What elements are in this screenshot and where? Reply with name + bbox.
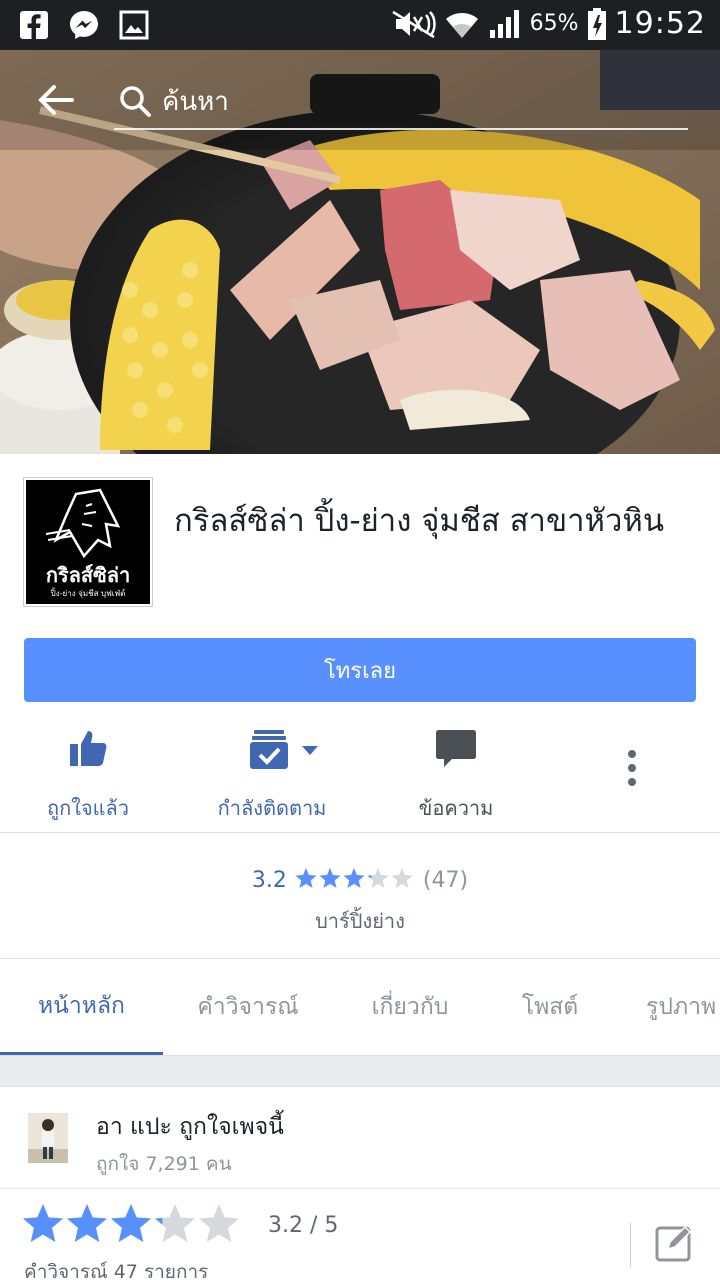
message-button[interactable]: ข้อความ	[394, 726, 518, 826]
review-score: 3.2 / 5	[268, 1213, 339, 1238]
tab-about[interactable]: เกี่ยวกับ	[340, 959, 480, 1055]
page-title: กริลส์ซิล่า ปิ้ง-ย่าง จุ่มชีส สาขาหัวหิน	[174, 503, 665, 539]
svg-text:กริลส์ซิล่า: กริลส์ซิล่า	[46, 563, 130, 587]
rating-score: 3.2	[251, 867, 287, 893]
message-label: ข้อความ	[418, 796, 494, 820]
page-category: บาร์ปิ้งย่าง	[315, 909, 405, 933]
more-options-button[interactable]	[610, 726, 654, 826]
like-label: ถูกใจแล้ว	[46, 796, 130, 820]
mute-icon	[391, 10, 436, 38]
cover-photo[interactable]: ค้นหา	[0, 50, 720, 454]
friend-like-text: อา แปะ ถูกใจเพจนี้	[96, 1114, 284, 1140]
small-star-fill-3	[343, 868, 365, 888]
follow-label: กำลังติดตาม	[217, 796, 327, 820]
svg-text:ปิ้ง-ย่าง จุ่มชีส บุฟเฟ่ต์: ปิ้ง-ย่าง จุ่มชีส บุฟเฟ่ต์	[50, 587, 125, 598]
friend-avatar[interactable]	[28, 1113, 68, 1163]
battery-percent: 65%	[529, 11, 579, 36]
signal-icon	[489, 9, 519, 38]
message-icon	[436, 730, 476, 767]
messenger-icon	[70, 11, 98, 39]
clock: 19:52	[614, 6, 706, 41]
like-count: ถูกใจ 7,291 คน	[96, 1153, 232, 1175]
big-star-fill-2	[67, 1204, 107, 1242]
page-profile: กริลส์ซิล่า ปิ้ง-ย่าง จุ่มชีส บุฟเฟ่ต์ ก…	[0, 454, 720, 832]
divider	[630, 1223, 631, 1267]
search-bar[interactable]: ค้นหา	[114, 74, 688, 130]
tab-home[interactable]: หน้าหลัก	[0, 959, 163, 1055]
friend-photo	[28, 1113, 68, 1163]
big-star-5	[199, 1204, 239, 1242]
small-star-fill-1	[295, 868, 317, 888]
follow-button[interactable]: กำลังติดตาม	[200, 726, 344, 826]
thumbs-up-icon	[70, 731, 107, 766]
small-star-fill-2	[319, 868, 341, 888]
tab-photos[interactable]: รูปภาพ	[626, 959, 720, 1055]
tab-posts[interactable]: โพสต์	[490, 959, 610, 1055]
rating-summary[interactable]: 3.2 (47) บาร์ปิ้งย่าง	[0, 832, 720, 958]
search-placeholder: ค้นหา	[162, 86, 229, 117]
page-avatar[interactable]: กริลส์ซิล่า ปิ้ง-ย่าง จุ่มชีส บุฟเฟ่ต์	[24, 478, 152, 606]
tab-reviews[interactable]: คำวิจารณ์	[168, 959, 328, 1055]
page-tabs: หน้าหลัก คำวิจารณ์ เกี่ยวกับ โพสต์ รูปภา…	[0, 958, 720, 1056]
back-arrow-icon[interactable]	[34, 78, 78, 122]
rating-stars	[295, 868, 413, 888]
call-now-button[interactable]: โทรเลย	[24, 638, 696, 702]
wifi-icon	[445, 12, 478, 38]
page-logo: กริลส์ซิล่า ปิ้ง-ย่าง จุ่มชีส บุฟเฟ่ต์	[26, 480, 150, 604]
facebook-icon	[20, 11, 48, 39]
gallery-icon	[119, 10, 149, 40]
page-info-card: อา แปะ ถูกใจเพจนี้ ถูกใจ 7,291 คน 3.2 / …	[0, 1086, 720, 1280]
search-icon	[120, 86, 151, 117]
battery-icon	[587, 7, 606, 40]
like-button[interactable]: ถูกใจแล้ว	[20, 726, 156, 826]
friend-like-row[interactable]: อา แปะ ถูกใจเพจนี้ ถูกใจ 7,291 คน	[0, 1087, 720, 1189]
more-vertical-icon	[628, 750, 636, 786]
review-count: คำวิจารณ์ 47 รายการ	[24, 1261, 209, 1280]
chevron-down-icon	[302, 746, 318, 755]
action-bar: ถูกใจแล้ว กำลังติดตาม ข้อความ	[0, 726, 720, 826]
big-star-fill-1	[23, 1204, 63, 1242]
write-review-icon[interactable]	[654, 1223, 694, 1263]
rating-count: (47)	[422, 867, 469, 893]
review-stars	[23, 1204, 239, 1242]
status-bar: 65% 19:52	[0, 0, 720, 50]
review-summary-row[interactable]: 3.2 / 5 คำวิจารณ์ 47 รายการ	[0, 1189, 720, 1280]
big-star-fill-3	[111, 1204, 151, 1242]
following-icon	[250, 730, 288, 769]
small-star-5	[391, 868, 413, 888]
